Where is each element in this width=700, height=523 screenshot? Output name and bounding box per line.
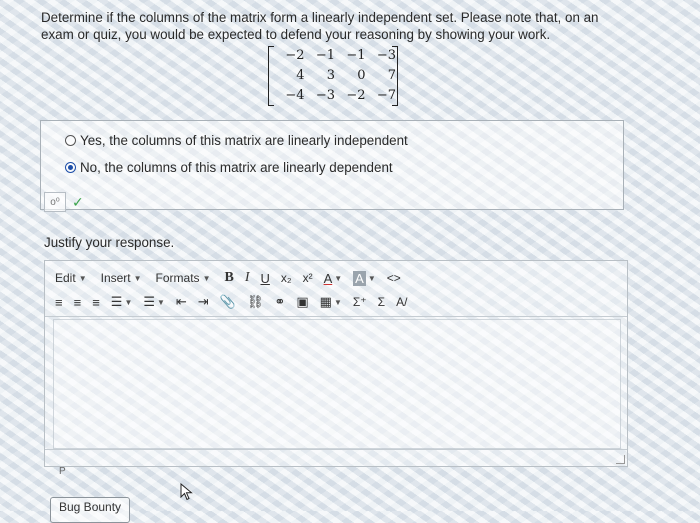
matrix-cell: −4 [285, 87, 305, 103]
status-path: P [59, 466, 66, 477]
option-yes-label: Yes, the columns of this matrix are line… [80, 133, 408, 148]
menu-formats[interactable]: Formats ▼ [156, 271, 211, 285]
resize-handle-icon[interactable] [616, 455, 625, 464]
unlink-icon[interactable]: ⚭ [274, 294, 285, 310]
text-color-button[interactable]: A ▼ [324, 271, 343, 286]
radio-no[interactable] [65, 162, 76, 173]
matrix-cell: −2 [285, 47, 305, 63]
radio-yes[interactable] [65, 135, 76, 146]
matrix-cell: 0 [357, 67, 366, 83]
matrix-cell: −2 [346, 87, 366, 103]
table-icon[interactable]: ▦ ▼ [320, 294, 342, 310]
chevron-down-icon: ▼ [333, 297, 342, 307]
matrix-cell: −1 [315, 47, 335, 63]
attach-icon[interactable]: 📎 [220, 294, 236, 310]
chevron-down-icon: ▼ [124, 297, 133, 307]
rich-text-editor: Edit ▼ Insert ▼ Formats ▼ B I U x₂ x² A ▼ A ▼… [44, 260, 628, 477]
option-yes[interactable]: Yes, the columns of this matrix are line… [65, 133, 408, 148]
toolbar-divider [45, 316, 627, 317]
matrix-cell: −1 [346, 47, 366, 63]
align-right-icon[interactable]: ≡ [92, 295, 100, 310]
matrix-cell: 4 [296, 67, 305, 83]
matrix-cell: 3 [326, 67, 335, 83]
chevron-down-icon: ▼ [78, 273, 87, 283]
superscript-button[interactable]: x² [303, 271, 313, 285]
subscript-button[interactable]: x₂ [281, 271, 292, 285]
editor-toolbar-row-1: Edit ▼ Insert ▼ Formats ▼ B I U x₂ x² A ▼ A ▼… [55, 267, 412, 289]
matrix-row: 4 3 0 7 [276, 65, 398, 85]
matrix-row: −2 −1 −1 −3 [276, 45, 398, 65]
menu-insert[interactable]: Insert ▼ [101, 271, 142, 285]
chevron-down-icon: ▼ [334, 273, 343, 283]
mouse-cursor-icon [180, 483, 193, 501]
matrix-cell: −3 [315, 87, 335, 103]
clear-format-icon[interactable]: A/ [396, 295, 407, 309]
source-code-button[interactable]: <> [387, 271, 401, 285]
response-text-area[interactable] [53, 319, 621, 449]
matrix: −2 −1 −1 −3 4 3 0 7 −4 −3 −2 −7 [268, 46, 398, 106]
align-center-icon[interactable]: ≡ [74, 295, 82, 310]
matrix-cell: 7 [387, 67, 396, 83]
chevron-down-icon: ▼ [157, 297, 165, 307]
matrix-row: −4 −3 −2 −7 [276, 85, 398, 105]
bullet-list-icon[interactable]: ☰ ▼ [111, 294, 133, 310]
align-left-icon[interactable]: ≡ [55, 295, 63, 310]
option-no-label: No, the columns of this matrix are linea… [80, 160, 393, 175]
check-icon: ✓ [72, 193, 84, 210]
key-icon[interactable]: o⁰ [44, 192, 66, 212]
answer-feedback: o⁰ ✓ [44, 192, 84, 212]
bold-button[interactable]: B [224, 270, 233, 286]
background-color-button[interactable]: A ▼ [353, 270, 376, 286]
link-icon[interactable]: ⛓ [247, 294, 264, 310]
italic-button[interactable]: I [245, 270, 250, 286]
numbered-list-icon[interactable]: ☰ ▼ [143, 294, 165, 310]
outdent-icon[interactable]: ⇤ [176, 294, 187, 310]
sum-plus-icon[interactable]: Σ⁺ [353, 295, 367, 309]
underline-button[interactable]: U [261, 271, 270, 286]
sigma-icon[interactable]: Σ [378, 295, 385, 309]
matrix-cell: −3 [376, 47, 396, 63]
option-no[interactable]: No, the columns of this matrix are linea… [65, 160, 393, 175]
chevron-down-icon: ▼ [367, 273, 376, 283]
justify-label: Justify your response. [44, 235, 175, 250]
chevron-down-icon: ▼ [202, 273, 211, 283]
answer-options-box: Yes, the columns of this matrix are line… [40, 120, 624, 210]
bug-bounty-button[interactable]: Bug Bounty [50, 497, 131, 523]
editor-toolbar-row-2: ≡ ≡ ≡ ☰ ▼ ☰ ▼ ⇤ ⇥ 📎 ⛓ ⚭ ▣ ▦ ▼ Σ⁺ Σ A/ [55, 291, 418, 313]
chevron-down-icon: ▼ [133, 273, 142, 283]
editor-status-bar: P [45, 449, 627, 477]
matrix-table: −2 −1 −1 −3 4 3 0 7 −4 −3 −2 −7 [276, 45, 398, 105]
image-icon[interactable]: ▣ [296, 294, 308, 310]
matrix-left-bracket [268, 46, 274, 106]
matrix-cell: −7 [376, 87, 396, 103]
menu-edit[interactable]: Edit ▼ [55, 271, 87, 285]
question-text: Determine if the columns of the matrix f… [41, 10, 599, 42]
indent-icon[interactable]: ⇥ [198, 294, 209, 310]
